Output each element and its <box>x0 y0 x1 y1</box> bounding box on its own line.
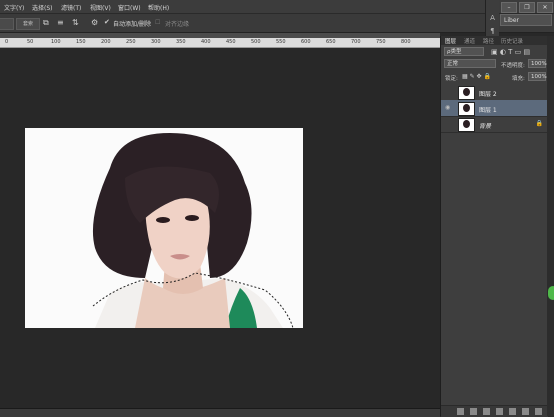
fill-label: 填充: <box>512 76 525 82</box>
ruler-tick: 350 <box>176 39 186 45</box>
menu-view[interactable]: 视图(V) <box>90 3 111 12</box>
trash-icon[interactable] <box>535 408 542 415</box>
ruler-tick: 0 <box>5 39 9 45</box>
visibility-toggle[interactable] <box>445 89 452 95</box>
tab-paths[interactable]: 路径 <box>483 37 494 45</box>
layer-style-icon[interactable] <box>470 408 477 415</box>
tool-preset-box[interactable] <box>0 18 14 30</box>
opacity-input[interactable]: 100% <box>528 59 547 68</box>
eye-icon[interactable]: ◉ <box>445 105 452 111</box>
paragraph-panel-icon[interactable]: ¶ <box>488 27 497 36</box>
opacity-label: 不透明度: <box>501 63 525 69</box>
tab-layers[interactable]: 图层 <box>445 37 456 45</box>
panel-tabs: 图层 通道 路径 历史记录 <box>441 36 548 45</box>
adjustment-layer-icon[interactable] <box>496 408 503 415</box>
lock-icon: 🔒 <box>535 120 543 127</box>
panel-scrollbar[interactable] <box>547 36 554 416</box>
path-alignment-icon[interactable]: ≡ <box>57 18 66 27</box>
ruler-tick: 550 <box>276 39 286 45</box>
group-icon[interactable] <box>509 408 516 415</box>
ruler-tick: 250 <box>126 39 136 45</box>
layer-name: 图层 2 <box>479 91 497 98</box>
menu-window[interactable]: 窗口(W) <box>118 3 141 12</box>
layer-filter-select[interactable]: ρ类型 <box>444 47 484 56</box>
minimize-button[interactable]: – <box>501 2 517 13</box>
ruler-tick: 200 <box>101 39 111 45</box>
layer-name: 图层 1 <box>479 107 497 114</box>
portrait-image <box>25 128 303 328</box>
portrait-photo[interactable] <box>25 128 303 328</box>
ruler-tick: 800 <box>401 39 411 45</box>
character-panel-icon[interactable]: A <box>488 14 497 23</box>
lock-label: 锁定: <box>445 76 458 82</box>
menu-select[interactable]: 选择(S) <box>32 3 53 12</box>
ruler-tick: 650 <box>326 39 336 45</box>
auto-add-delete-checkbox[interactable]: ✔ <box>104 18 113 27</box>
fill-input[interactable]: 100% <box>528 72 547 81</box>
layer-thumbnail <box>458 118 475 132</box>
path-arrange-icon[interactable]: ⇅ <box>72 18 81 27</box>
auto-add-delete-label: 自动添加/删除 <box>113 21 152 28</box>
ruler-tick: 700 <box>351 39 361 45</box>
ruler-tick: 600 <box>301 39 311 45</box>
font-family-field[interactable]: Liber <box>500 14 552 26</box>
layer-thumbnail <box>458 102 475 116</box>
layer-thumbnail <box>458 86 475 100</box>
ruler-tick: 750 <box>376 39 386 45</box>
ruler-tick: 300 <box>151 39 161 45</box>
ruler-tick: 100 <box>51 39 61 45</box>
ruler-tick: 500 <box>251 39 261 45</box>
layers-panel: 图层 通道 路径 历史记录 ρ类型 ▣ ◐ T ▭ ▤ 正常 不透明度: 100… <box>440 36 548 417</box>
layer-row[interactable]: 背景 🔒 <box>441 116 548 133</box>
window-controls: – ❐ ✕ <box>500 0 554 13</box>
restore-button[interactable]: ❐ <box>519 2 535 13</box>
ruler-tick: 150 <box>76 39 86 45</box>
ruler-tick: 400 <box>201 39 211 45</box>
filter-icons[interactable]: ▣ ◐ T ▭ ▤ <box>491 48 530 56</box>
layer-row[interactable]: 图层 2 <box>441 84 548 101</box>
gear-icon[interactable]: ⚙ <box>91 18 100 27</box>
menu-help[interactable]: 帮助(H) <box>148 3 169 12</box>
blend-mode-select[interactable]: 正常 <box>444 59 496 68</box>
menu-filter[interactable]: 滤镜(T) <box>61 3 81 12</box>
menu-bar: 文字(Y) 选择(S) 滤镜(T) 视图(V) 窗口(W) 帮助(H) – ❐ … <box>0 0 554 14</box>
horizontal-ruler: 0 50 100 150 200 250 300 350 400 450 500… <box>0 38 440 48</box>
options-bar: 套索 ⧉ ≡ ⇅ ⚙ ✔ 自动添加/删除 ☐ 对齐边缘 <box>0 14 554 33</box>
path-mode-select[interactable]: 套索 <box>16 18 40 30</box>
tab-history[interactable]: 历史记录 <box>501 37 523 45</box>
layer-row-selected[interactable]: ◉ 图层 1 <box>441 100 548 117</box>
lock-icons[interactable]: ▦ ✎ ✥ 🔒 <box>462 73 491 80</box>
align-edges-label: 对齐边缘 <box>165 21 190 28</box>
close-button[interactable]: ✕ <box>537 2 553 13</box>
floating-green-widget[interactable] <box>548 286 554 300</box>
layer-name: 背景 <box>479 123 492 130</box>
visibility-toggle[interactable] <box>445 121 452 127</box>
menu-text[interactable]: 文字(Y) <box>4 3 24 12</box>
ruler-tick: 50 <box>27 39 34 45</box>
new-layer-icon[interactable] <box>522 408 529 415</box>
align-edges-checkbox[interactable]: ☐ <box>155 18 164 27</box>
link-layers-icon[interactable] <box>457 408 464 415</box>
path-operations-icon[interactable]: ⧉ <box>43 18 52 27</box>
layers-panel-footer <box>441 405 548 417</box>
ruler-tick: 450 <box>226 39 236 45</box>
tab-channels[interactable]: 通道 <box>464 37 475 45</box>
layer-mask-icon[interactable] <box>483 408 490 415</box>
